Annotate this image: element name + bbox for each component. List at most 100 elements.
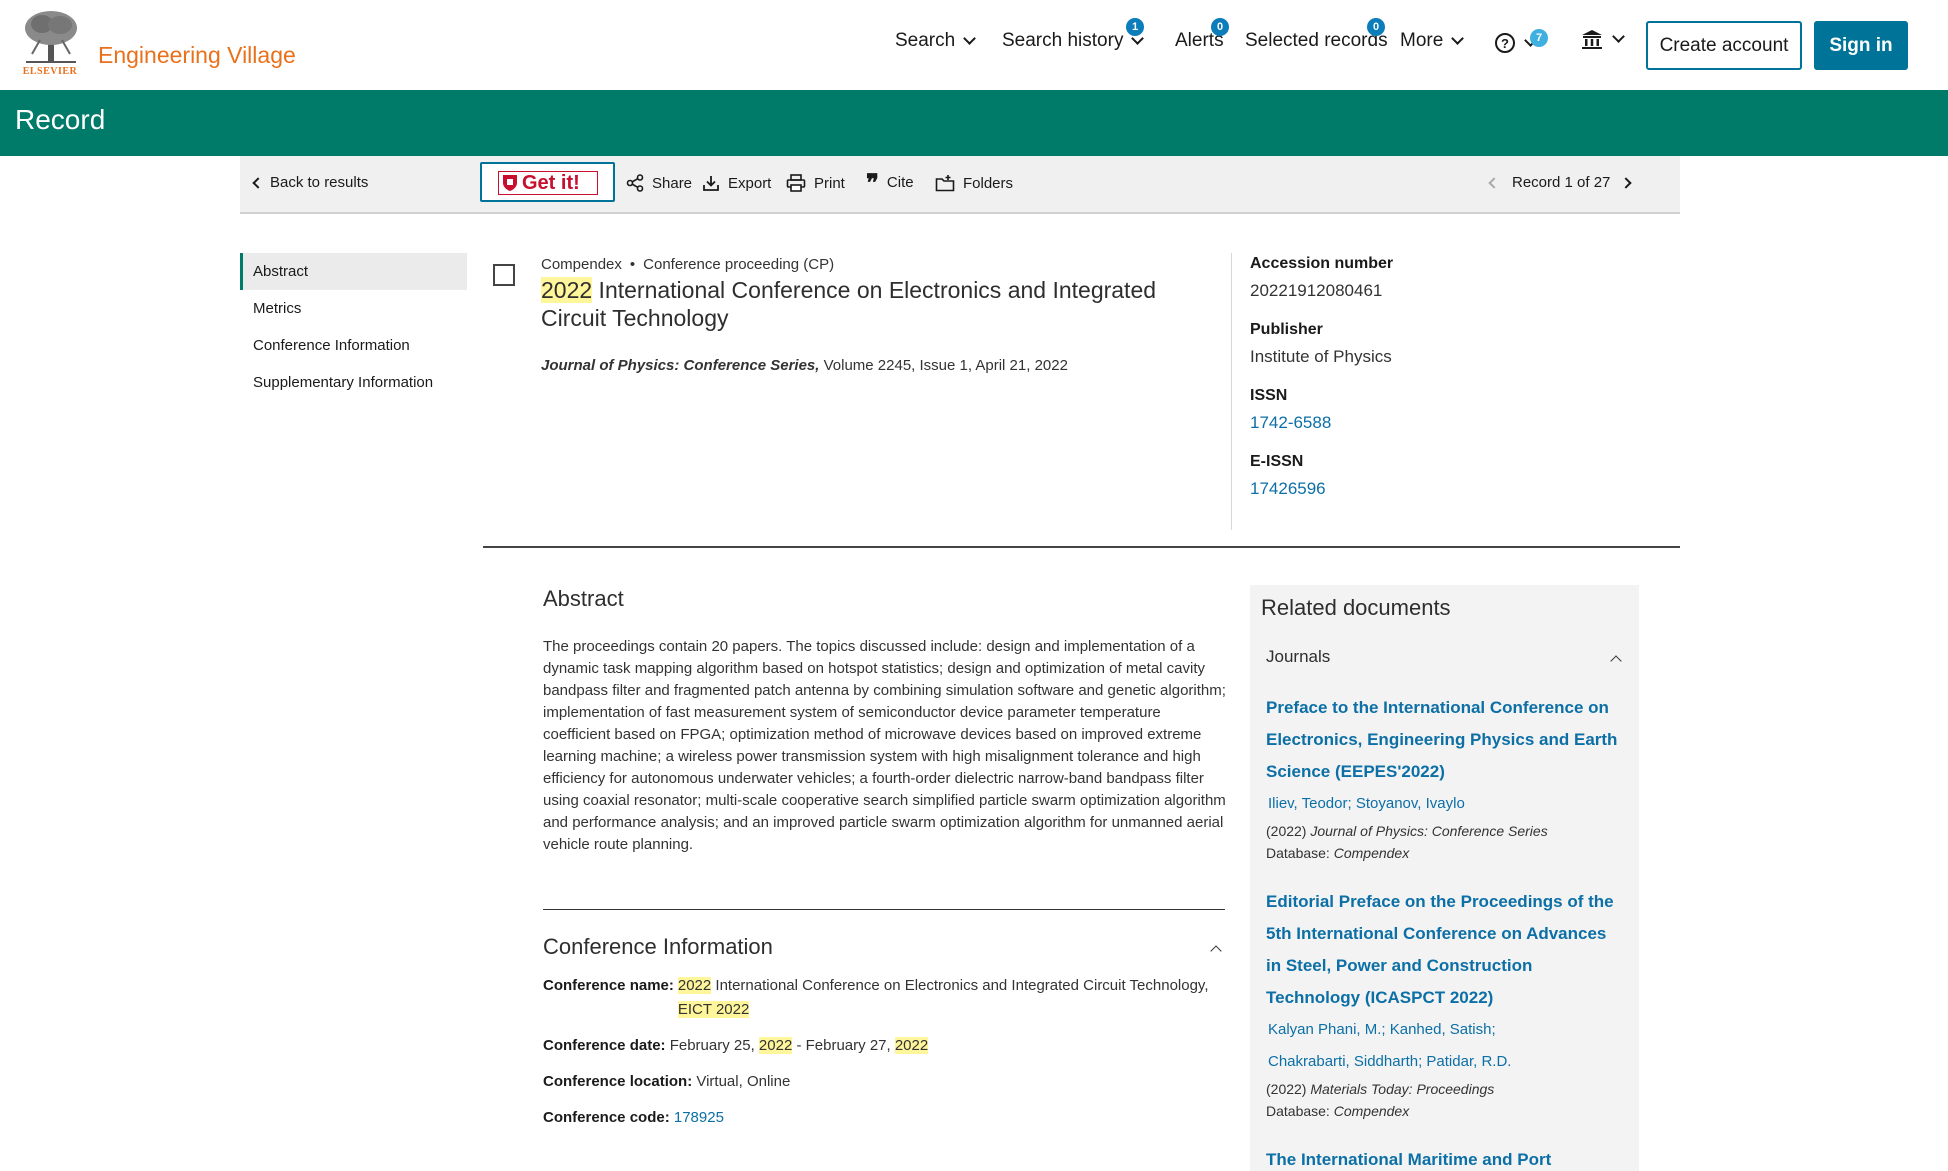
conference-date-start: February 25, — [669, 1037, 759, 1054]
institution-icon — [1582, 30, 1602, 49]
related-document-authors: Iliev, Teodor; Stoyanov, Ivaylo — [1268, 788, 1628, 820]
record-section-nav: Abstract Metrics Conference Information … — [240, 253, 467, 401]
related-document-db-label: Database: — [1266, 1103, 1334, 1119]
shield-icon — [503, 175, 517, 191]
section-nav-supplementary-information[interactable]: Supplementary Information — [240, 364, 467, 401]
nav-more-label: More — [1400, 30, 1444, 51]
issn-label: ISSN — [1250, 387, 1288, 404]
chevron-down-icon — [1451, 31, 1465, 45]
quote-icon: ❞ — [866, 167, 879, 197]
nav-more[interactable]: More — [1400, 30, 1465, 52]
record-side-metadata: Accession number 20221912080461 Publishe… — [1250, 255, 1630, 519]
conference-date-label: Conference date: — [543, 1037, 666, 1054]
record-title: 2022 International Conference on Electro… — [541, 276, 1221, 332]
related-document-title[interactable]: The International Maritime and Port — [1266, 1144, 1626, 1171]
related-document-journal: Journal of Physics: Conference Series — [1310, 823, 1548, 839]
folder-add-icon — [935, 175, 955, 192]
elsevier-logo[interactable]: ELSEVIER — [18, 10, 82, 77]
conference-code-label: Conference code: — [543, 1109, 670, 1126]
section-nav-abstract[interactable]: Abstract — [240, 253, 467, 290]
author-link[interactable]: Kanhed, Satish; — [1390, 1021, 1496, 1038]
record-toolbar: Back to results Get it! Share Export Pri… — [240, 156, 1680, 214]
record-position: Record 1 of 27 — [1512, 174, 1611, 191]
related-document-authors: Kalyan Phani, M.; Kanhed, Satish; Chakra… — [1268, 1014, 1628, 1078]
previous-record-icon[interactable] — [1488, 176, 1500, 189]
nav-help[interactable]: ? 7 — [1494, 29, 1548, 54]
cite-button[interactable]: ❞ Cite — [866, 167, 914, 197]
nav-selected-records-label: Selected records — [1245, 30, 1388, 51]
record-pagination: Record 1 of 27 — [1488, 174, 1633, 191]
nav-search[interactable]: Search — [895, 30, 977, 52]
conference-divider — [543, 909, 1225, 910]
print-icon — [786, 174, 806, 192]
conference-information-heading: Conference Information — [543, 934, 773, 959]
related-document-title[interactable]: Preface to the International Conference … — [1266, 692, 1626, 788]
tree-icon — [25, 11, 77, 63]
record-band: Record — [0, 90, 1948, 156]
folders-button[interactable]: Folders — [935, 174, 1013, 192]
export-label: Export — [728, 174, 772, 192]
conference-location-value: Virtual, Online — [696, 1073, 791, 1090]
get-it-label: Get it! — [522, 171, 580, 194]
accession-number-value: 20221912080461 — [1250, 281, 1383, 300]
section-nav-metrics[interactable]: Metrics — [240, 290, 467, 327]
top-header: ELSEVIER Engineering Village Search Sear… — [0, 0, 1948, 90]
get-it-button[interactable]: Get it! — [480, 162, 615, 202]
selected-records-badge: 0 — [1367, 18, 1385, 36]
get-it-badge: Get it! — [498, 171, 598, 195]
author-link[interactable]: Patidar, R.D. — [1426, 1053, 1511, 1070]
conference-code-link[interactable]: 178925 — [674, 1109, 724, 1126]
section-divider — [483, 546, 1680, 548]
export-button[interactable]: Export — [702, 174, 771, 192]
share-icon — [626, 174, 644, 192]
chevron-down-icon — [963, 31, 977, 45]
related-journals-toggle[interactable]: Journals — [1266, 647, 1330, 667]
conference-date-end-year: 2022 — [894, 1037, 929, 1054]
author-link[interactable]: Stoyanov, Ivaylo — [1356, 795, 1465, 812]
related-documents-heading: Related documents — [1261, 595, 1451, 620]
collapse-journals-icon[interactable] — [1610, 655, 1622, 667]
print-button[interactable]: Print — [786, 174, 845, 192]
alerts-badge: 0 — [1211, 18, 1229, 36]
eissn-link[interactable]: 17426596 — [1250, 479, 1630, 499]
author-link[interactable]: Kalyan Phani, M.; — [1268, 1021, 1386, 1038]
help-badge: 7 — [1530, 29, 1548, 47]
conference-date-row: Conference date: February 25, 2022 - Feb… — [543, 1034, 929, 1058]
related-document-title[interactable]: Editorial Preface on the Proceedings of … — [1266, 886, 1626, 1014]
related-documents-panel: Related documents Journals Preface to th… — [1250, 585, 1639, 1171]
nav-institution[interactable] — [1580, 28, 1625, 50]
download-icon — [703, 176, 719, 191]
chevron-left-icon — [252, 176, 264, 189]
record-meta: Compendex • Conference proceeding (CP) — [541, 256, 834, 273]
share-button[interactable]: Share — [626, 174, 692, 192]
next-record-icon[interactable] — [1620, 176, 1633, 189]
issn-link[interactable]: 1742-6588 — [1250, 413, 1630, 433]
title-text: International Conference on Electronics … — [541, 277, 1157, 331]
conference-name-label: Conference name: — [543, 977, 674, 994]
create-account-button[interactable]: Create account — [1646, 21, 1802, 70]
nav-selected-records[interactable]: Selected records 0 — [1245, 18, 1388, 52]
nav-search-history[interactable]: Search history 1 — [1002, 18, 1145, 52]
nav-search-label: Search — [895, 30, 956, 51]
related-document-source: (2022) Materials Today: Proceedings Data… — [1266, 1078, 1494, 1122]
back-to-results-link[interactable]: Back to results — [252, 174, 369, 191]
cite-label: Cite — [886, 174, 914, 191]
title-highlight: 2022 — [541, 277, 593, 303]
conference-acronym: EICT 2022 — [677, 1001, 750, 1018]
collapse-conference-icon[interactable] — [1210, 945, 1222, 957]
back-to-results-label: Back to results — [270, 174, 369, 191]
sign-in-button[interactable]: Sign in — [1814, 21, 1908, 70]
section-nav-conference-information[interactable]: Conference Information — [240, 327, 467, 364]
conference-name-text: International Conference on Electronics … — [711, 977, 1209, 994]
nav-alerts[interactable]: Alerts 0 — [1175, 18, 1229, 52]
accession-number-label: Accession number — [1250, 255, 1394, 272]
select-record-checkbox[interactable] — [493, 264, 515, 286]
logo-text: ELSEVIER — [22, 66, 78, 77]
brand-name[interactable]: Engineering Village — [98, 42, 296, 69]
help-icon: ? — [1495, 33, 1515, 53]
author-link[interactable]: Chakrabarti, Siddharth; — [1268, 1053, 1422, 1070]
meta-bullet: • — [629, 256, 636, 273]
related-document-journal: Materials Today: Proceedings — [1310, 1081, 1495, 1097]
author-link[interactable]: Iliev, Teodor; — [1268, 795, 1352, 812]
related-document-year: (2022) — [1266, 1081, 1311, 1097]
